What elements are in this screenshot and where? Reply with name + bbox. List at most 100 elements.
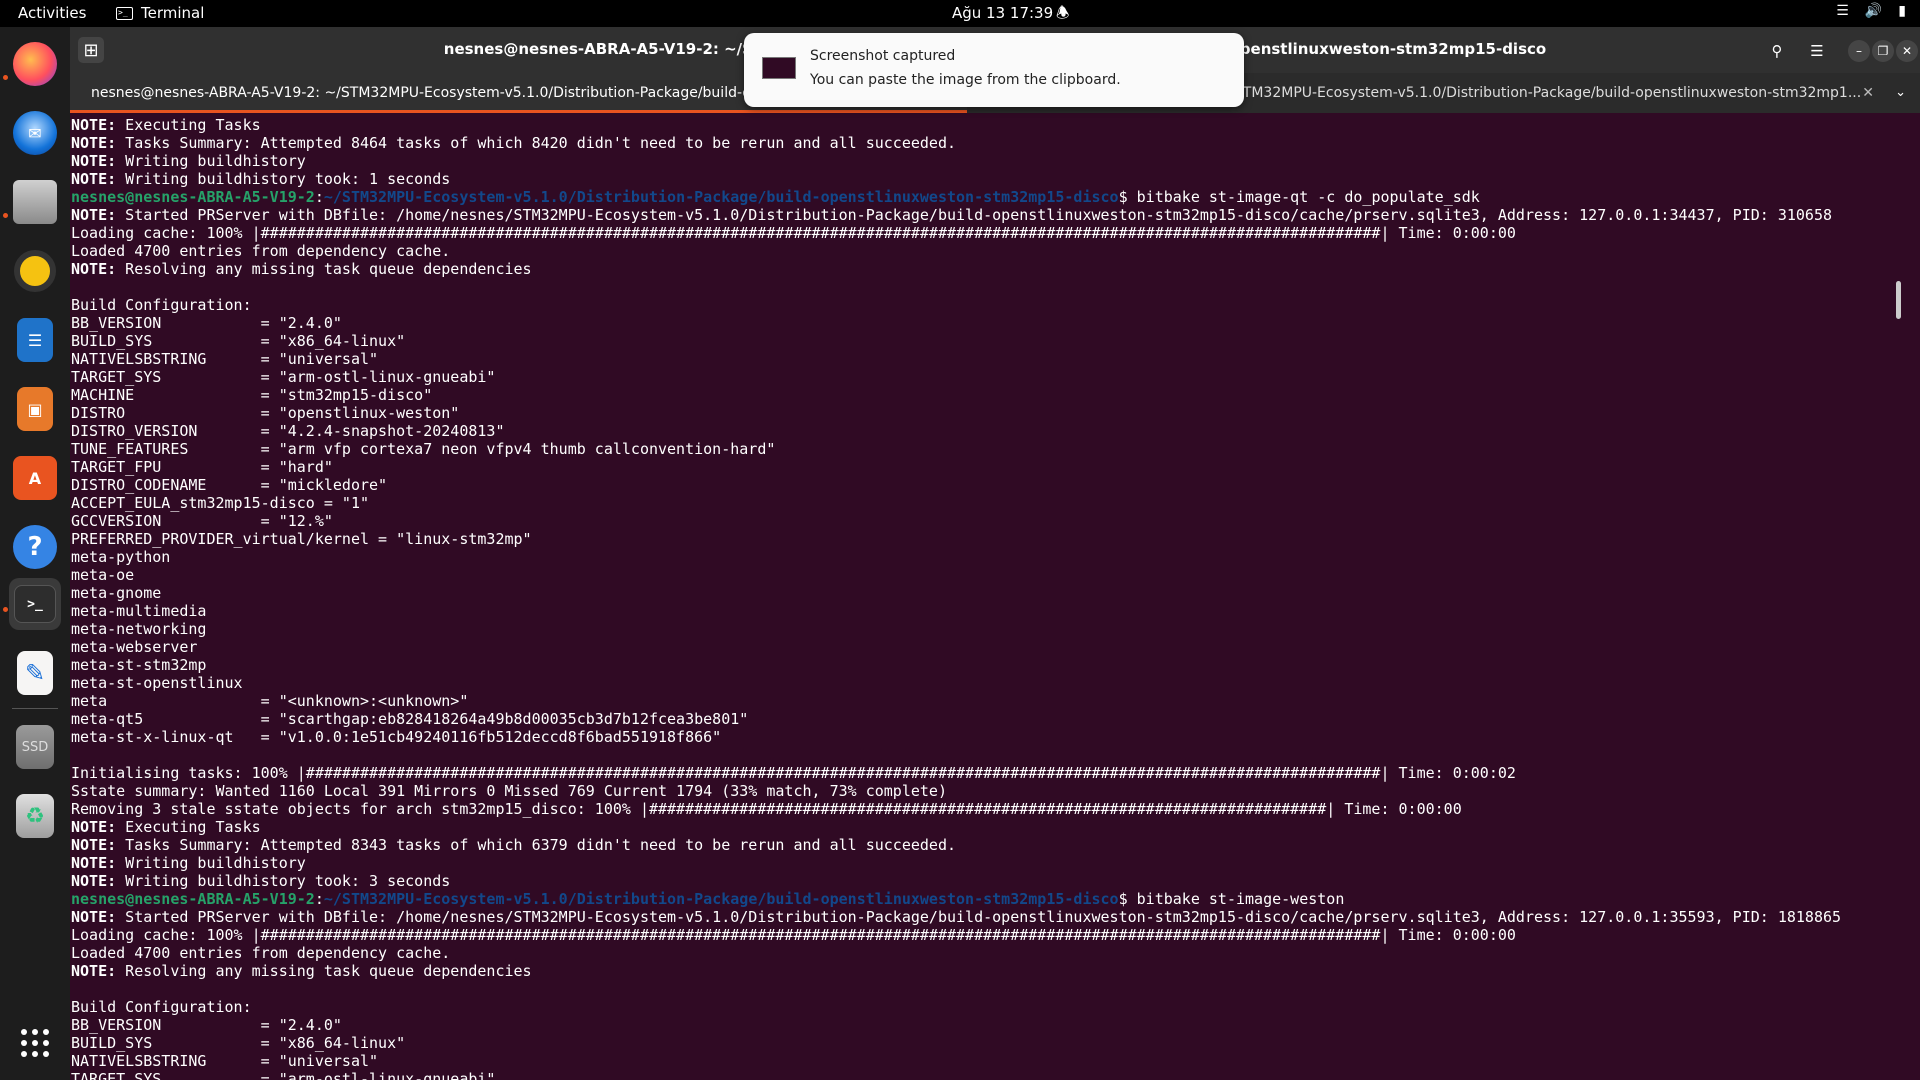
- scrollbar[interactable]: [1896, 281, 1901, 319]
- firefox-icon: [13, 42, 57, 86]
- terminal-line: NATIVELSBSTRING = "universal": [71, 350, 379, 368]
- terminal-line: NOTE: Executing Tasks: [71, 818, 261, 836]
- impress-icon: ▣: [17, 387, 53, 431]
- terminal-line: NOTE: Started PRServer with DBfile: /hom…: [71, 908, 1842, 926]
- activities-button[interactable]: Activities: [18, 4, 86, 22]
- terminal-line: meta-webserver: [71, 638, 198, 656]
- running-indicator: [3, 213, 8, 218]
- close-button[interactable]: ✕: [1896, 40, 1918, 62]
- running-indicator: [3, 75, 8, 80]
- terminal-line: meta-multimedia: [71, 602, 207, 620]
- dock-impress[interactable]: ▣: [9, 383, 61, 435]
- dock-firefox[interactable]: [9, 38, 61, 90]
- drive-icon: SSD: [16, 725, 54, 769]
- terminal-line: PREFERRED_PROVIDER_virtual/kernel = "lin…: [71, 530, 532, 548]
- terminal-line: Loaded 4700 entries from dependency cach…: [71, 242, 451, 260]
- terminal-line: BUILD_SYS = "x86_64-linux": [71, 332, 406, 350]
- terminal-line: Build Configuration:: [71, 998, 252, 1016]
- menu-button[interactable]: ☰: [1802, 37, 1832, 65]
- search-button[interactable]: ⚲: [1762, 37, 1792, 65]
- app-menu[interactable]: >_ Terminal: [116, 4, 204, 22]
- dock-trash[interactable]: ♻: [9, 790, 61, 842]
- terminal-line: Loading cache: 100% |###################…: [71, 224, 1516, 242]
- dock-rhythmbox[interactable]: [9, 245, 61, 297]
- tab-close-icon[interactable]: ✕: [1862, 73, 1874, 113]
- show-apps-button[interactable]: [9, 1017, 61, 1069]
- prompt-user: nesnes@nesnes-ABRA-A5-V19-2: [71, 188, 315, 206]
- terminal-line: NATIVELSBSTRING = "universal": [71, 1052, 379, 1070]
- hamburger-icon: ☰: [1810, 42, 1824, 60]
- note-label: NOTE:: [71, 170, 117, 188]
- folder-icon: [13, 180, 57, 224]
- terminal-line: NOTE: Executing Tasks: [71, 116, 261, 134]
- note-label: NOTE:: [71, 908, 117, 926]
- terminal-line: TUNE_FEATURES = "arm vfp cortexa7 neon v…: [71, 440, 776, 458]
- terminal-line: meta-gnome: [71, 584, 162, 602]
- app-center-icon: A: [13, 456, 57, 500]
- apps-grid-icon: [21, 1029, 49, 1057]
- dock-writer[interactable]: ☰: [9, 314, 61, 366]
- text-editor-icon: ✎: [17, 651, 53, 695]
- dock-text-editor[interactable]: ✎: [9, 647, 61, 699]
- terminal-line: NOTE: Writing buildhistory: [71, 152, 306, 170]
- terminal-line: meta-python: [71, 548, 171, 566]
- close-icon: ✕: [1901, 44, 1913, 58]
- writer-icon: ☰: [17, 318, 53, 362]
- screenshot-thumbnail: [762, 57, 796, 79]
- dock-terminal[interactable]: >_: [9, 578, 61, 630]
- terminal-line: nesnes@nesnes-ABRA-A5-V19-2:~/STM32MPU-E…: [71, 188, 1480, 206]
- dock-app-center[interactable]: A: [9, 452, 61, 504]
- dock-ssd[interactable]: SSD: [9, 721, 61, 773]
- dock-files[interactable]: [9, 176, 61, 228]
- trash-icon: ♻: [16, 794, 54, 838]
- terminal-line: meta-qt5 = "scarthgap:eb828418264a49b8d0…: [71, 710, 749, 728]
- terminal-line: nesnes@nesnes-ABRA-A5-V19-2:~/STM32MPU-E…: [71, 890, 1345, 908]
- notification-banner[interactable]: Screenshot captured You can paste the im…: [744, 33, 1244, 107]
- terminal-line: DISTRO = "openstlinux-weston": [71, 404, 460, 422]
- note-label: NOTE:: [71, 872, 117, 890]
- volume-icon: 🔊: [1864, 3, 1883, 19]
- terminal-line: Build Configuration:: [71, 296, 252, 314]
- terminal-line: meta-st-x-linux-qt = "v1.0.0:1e51cb49240…: [71, 728, 722, 746]
- tab-overflow-chevron-icon[interactable]: ⌄: [1895, 73, 1906, 113]
- note-label: NOTE:: [71, 134, 117, 152]
- terminal-line: TARGET_FPU = "hard": [71, 458, 333, 476]
- terminal-line: ACCEPT_EULA_stm32mp15-disco = "1": [71, 494, 370, 512]
- help-icon: ?: [13, 525, 57, 569]
- notification-title: Screenshot captured: [810, 48, 956, 64]
- search-icon: ⚲: [1771, 42, 1783, 60]
- note-label: NOTE:: [71, 962, 117, 980]
- dock-thunderbird[interactable]: ✉: [9, 107, 61, 159]
- dock-help[interactable]: ?: [9, 521, 61, 573]
- prompt-path: ~/STM32MPU-Ecosystem-v5.1.0/Distribution…: [323, 890, 1119, 908]
- terminal-line: NOTE: Writing buildhistory took: 1 secon…: [71, 170, 451, 188]
- terminal-line: GCCVERSION = "12.%": [71, 512, 333, 530]
- terminal-line: NOTE: Resolving any missing task queue d…: [71, 962, 532, 980]
- terminal-line: NOTE: Tasks Summary: Attempted 8464 task…: [71, 134, 957, 152]
- terminal-line: meta-networking: [71, 620, 207, 638]
- app-name: Terminal: [141, 4, 205, 22]
- maximize-button[interactable]: ❐: [1872, 40, 1894, 62]
- terminal-line: meta-oe: [71, 566, 135, 584]
- terminal-lines: NOTE: Executing Tasks NOTE: Tasks Summary…: [70, 116, 1906, 1080]
- bell-icon: 🕭: [1056, 4, 1070, 22]
- terminal-line: Initialising tasks: 100% |##############…: [71, 764, 1516, 782]
- minimize-button[interactable]: –: [1848, 40, 1870, 62]
- terminal-line: meta-st-openstlinux: [71, 674, 243, 692]
- system-tray[interactable]: ☰ 🔊 ▮: [1836, 3, 1906, 19]
- terminal-line: NOTE: Writing buildhistory: [71, 854, 306, 872]
- clock[interactable]: Ağu 13 17:39: [952, 4, 1053, 22]
- note-label: NOTE:: [71, 152, 117, 170]
- note-label: NOTE:: [71, 854, 117, 872]
- terminal-icon: >_: [116, 6, 133, 20]
- terminal-output[interactable]: NOTE: Executing Tasks NOTE: Tasks Summary…: [70, 116, 1906, 1080]
- terminal-line: Removing 3 stale sstate objects for arch…: [71, 800, 1462, 818]
- thunderbird-icon: ✉: [13, 111, 57, 155]
- terminal-line: NOTE: Writing buildhistory took: 3 secon…: [71, 872, 451, 890]
- note-label: NOTE:: [71, 836, 117, 854]
- terminal-line: TARGET_SYS = "arm-ostl-linux-gnueabi": [71, 368, 496, 386]
- terminal-line: BUILD_SYS = "x86_64-linux": [71, 1034, 406, 1052]
